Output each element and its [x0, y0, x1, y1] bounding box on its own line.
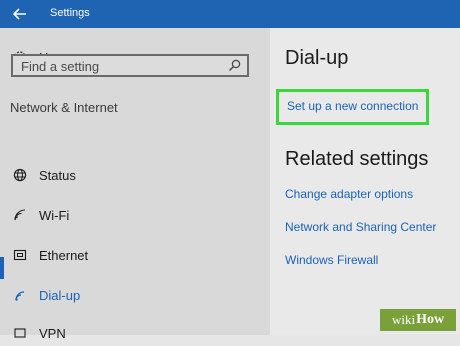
active-indicator — [0, 257, 4, 279]
sidebar-item-label: VPN — [39, 325, 66, 341]
ethernet-icon — [12, 247, 28, 263]
back-arrow-icon — [13, 8, 26, 20]
related-settings-title: Related settings — [285, 148, 429, 170]
globe-icon — [12, 167, 28, 183]
setup-new-connection-link[interactable]: Set up a new connection — [287, 99, 418, 113]
windows-firewall-link[interactable]: Windows Firewall — [285, 253, 378, 267]
wifi-icon — [12, 207, 28, 223]
main-content — [270, 28, 460, 335]
network-sharing-center-link[interactable]: Network and Sharing Center — [285, 220, 436, 234]
search-placeholder: Find a setting — [21, 59, 100, 74]
sidebar-item-dialup[interactable]: Dial-up — [0, 282, 270, 308]
sidebar-item-ethernet[interactable]: Ethernet — [0, 242, 270, 268]
sidebar-item-wifi[interactable]: Wi-Fi — [0, 202, 270, 228]
sidebar-item-label: Wi-Fi — [39, 207, 70, 223]
title-bar: Settings — [0, 0, 460, 28]
sidebar-item-label: Status — [39, 167, 76, 183]
dialup-icon — [12, 287, 28, 303]
page-title: Dial-up — [285, 47, 349, 69]
change-adapter-options-link[interactable]: Change adapter options — [285, 187, 413, 201]
section-header: Network & Internet — [10, 100, 118, 115]
watermark-right: How — [416, 312, 445, 327]
window-title: Settings — [50, 7, 90, 19]
wikihow-watermark: wiki How — [380, 309, 456, 331]
back-button[interactable] — [0, 0, 40, 28]
sidebar-item-status[interactable]: Status — [0, 162, 270, 188]
sidebar-item-label: Ethernet — [39, 247, 89, 263]
watermark-left: wiki — [391, 312, 416, 327]
setup-link-highlight: Set up a new connection — [276, 89, 429, 125]
search-icon[interactable] — [228, 59, 241, 72]
sidebar-item-label: Dial-up — [39, 287, 81, 303]
search-input[interactable]: Find a setting — [11, 54, 249, 77]
vpn-icon — [12, 325, 28, 341]
sidebar-item-vpn[interactable]: VPN — [0, 320, 270, 346]
